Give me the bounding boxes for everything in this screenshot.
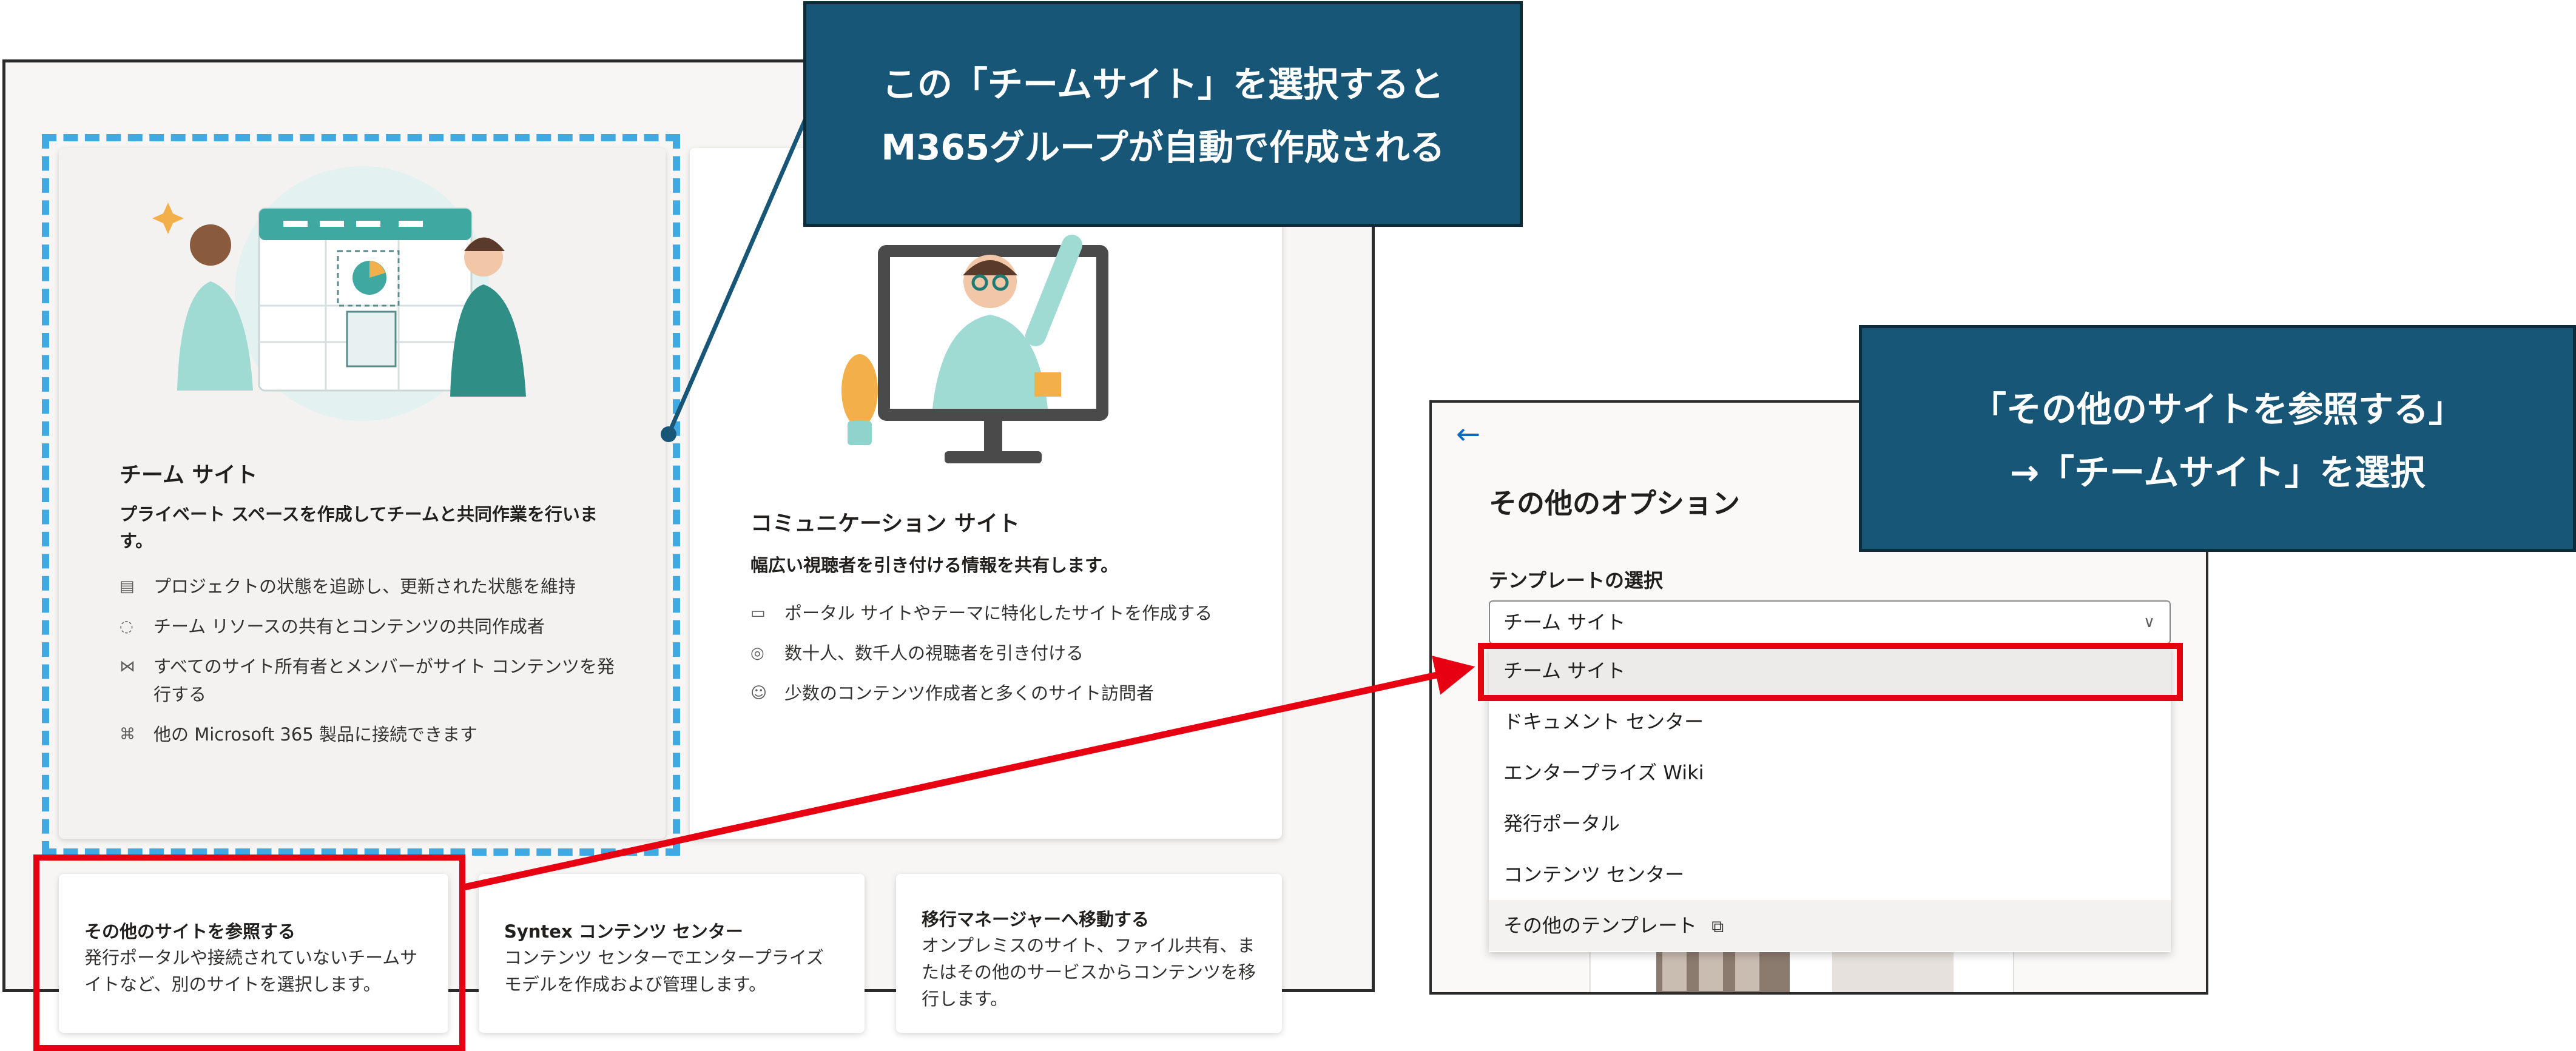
red-arrow bbox=[460, 656, 1475, 892]
callout-team-site-line2: M365グループが自動で作成される bbox=[881, 127, 1445, 168]
callout-browse-line1: 「その他のサイトを参照する」 bbox=[1971, 389, 2464, 430]
callout-team-site: この「チームサイト」を選択すると M365グループが自動で作成される bbox=[803, 1, 1523, 227]
callout-pointer-dot bbox=[661, 426, 676, 442]
callout-team-site-line1: この「チームサイト」を選択すると bbox=[882, 64, 1445, 105]
callout-browse-line2: →「チームサイト」を選択 bbox=[2009, 452, 2426, 493]
callout-browse-other-sites: 「その他のサイトを参照する」 →「チームサイト」を選択 bbox=[1859, 325, 2576, 552]
callout-pointer-line bbox=[666, 112, 811, 435]
